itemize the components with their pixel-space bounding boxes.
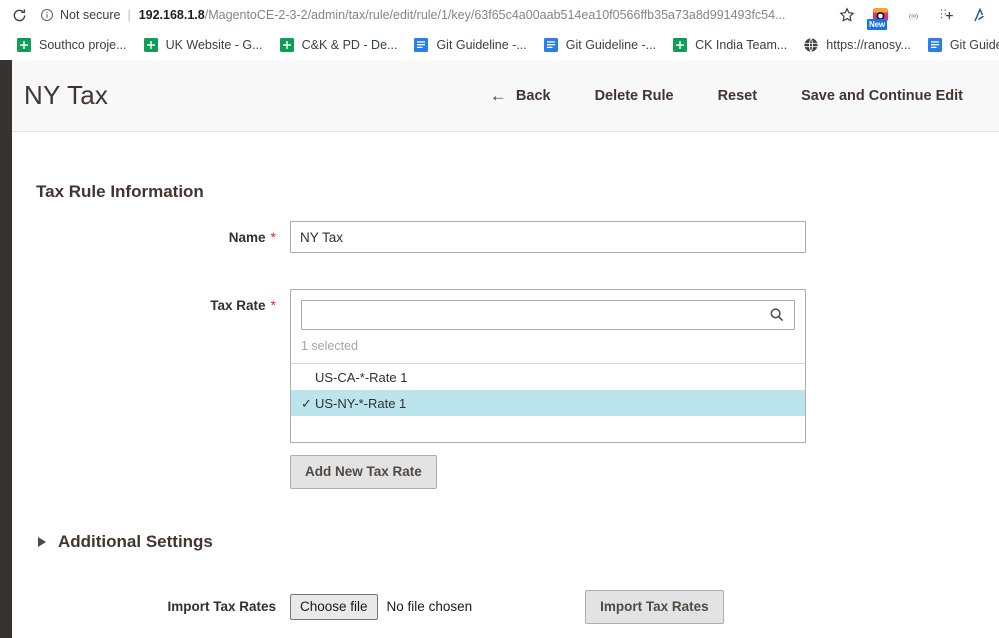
additional-settings-toggle[interactable]: Additional Settings	[38, 532, 213, 552]
import-tax-rates-label: Import Tax Rates	[167, 598, 276, 614]
name-input[interactable]	[290, 221, 806, 253]
browser-toolbar-icons: New (∞)	[837, 5, 991, 30]
section-heading: Tax Rule Information	[36, 182, 204, 201]
globe-icon	[804, 38, 818, 52]
google-sheets-icon	[673, 38, 688, 52]
check-icon: ✓	[301, 395, 312, 411]
bookmark-label: Git Guideline -...	[436, 38, 527, 52]
bookmark-item[interactable]: CK India Team...	[664, 33, 795, 57]
import-tax-rates-row: Import Tax Rates Choose file No file cho…	[12, 590, 724, 624]
instagram-extension-icon[interactable]: New	[867, 5, 890, 30]
admin-page-body: Tax Rule Information NY Tax ← Back Delet…	[12, 60, 999, 638]
no-file-chosen-label: No file chosen	[386, 599, 473, 615]
url-host: 192.168.1.8	[138, 8, 205, 22]
file-input-group[interactable]: Choose file No file chosen	[290, 591, 472, 623]
import-tax-rates-button[interactable]: Import Tax Rates	[585, 590, 724, 624]
page-viewport: Tax Rule Information NY Tax ← Back Delet…	[0, 60, 999, 638]
reload-icon[interactable]	[8, 4, 30, 26]
profile-icon[interactable]	[969, 5, 989, 25]
tax-rate-option[interactable]: ✓ US-NY-*-Rate 1	[291, 390, 805, 416]
tax-rate-option-label: US-NY-*-Rate 1	[315, 395, 407, 411]
google-docs-icon	[543, 38, 558, 52]
back-button-label: Back	[515, 87, 551, 104]
bookmark-item[interactable]: Git Guideline -...	[919, 33, 999, 57]
name-field-control	[290, 221, 806, 253]
bookmark-label: CK India Team...	[695, 38, 788, 52]
page-title: NY Tax	[24, 80, 109, 110]
google-sheets-icon	[143, 38, 158, 52]
tax-rate-multiselect: 1 selected US-CA-*-Rate 1 ✓ US-NY-*-Rate…	[290, 289, 806, 443]
browser-toolbar: Not secure | 192.168.1.8/MagentoCE-2-3-2…	[0, 0, 999, 30]
save-and-continue-edit-button[interactable]: Save and Continue Edit	[779, 82, 985, 110]
tax-rate-search-wrap	[291, 290, 805, 330]
name-field-label: Name *	[228, 229, 276, 245]
bookmark-item[interactable]: UK Website - G...	[135, 33, 271, 57]
selected-count-label: 1 selected	[291, 330, 805, 364]
google-docs-icon	[414, 38, 429, 52]
required-marker: *	[270, 297, 276, 313]
bookmark-item[interactable]: Git Guideline -...	[535, 33, 664, 57]
bookmark-item[interactable]: C&K & PD - De...	[271, 33, 406, 57]
bookmark-label: Git Guideline -...	[949, 38, 999, 52]
bookmark-label: C&K & PD - De...	[301, 38, 398, 52]
puzzle-extensions-icon[interactable]	[936, 5, 956, 25]
chevron-right-icon	[38, 537, 46, 547]
additional-settings-label: Additional Settings	[58, 532, 213, 551]
bookmark-label: Southco proje...	[39, 38, 127, 52]
bookmarks-bar: Southco proje... UK Website - G... C&K &…	[0, 30, 999, 60]
delete-rule-button[interactable]: Delete Rule	[573, 82, 696, 110]
security-status-label: Not secure	[60, 8, 121, 22]
back-button[interactable]: ← Back	[468, 81, 573, 110]
svg-text:(∞): (∞)	[908, 13, 917, 20]
address-bar[interactable]: Not secure | 192.168.1.8/MagentoCE-2-3-2…	[40, 3, 827, 27]
tax-rate-field-label: Tax Rate *	[210, 297, 276, 313]
tax-rate-option-list[interactable]: US-CA-*-Rate 1 ✓ US-NY-*-Rate 1	[291, 364, 805, 442]
google-docs-icon	[927, 38, 942, 52]
bookmark-item[interactable]: Southco proje...	[8, 33, 135, 57]
bookmark-star-icon[interactable]	[837, 5, 857, 25]
browser-chrome: Not secure | 192.168.1.8/MagentoCE-2-3-2…	[0, 0, 999, 60]
choose-file-button[interactable]: Choose file	[290, 593, 378, 620]
extension-icon[interactable]: (∞)	[903, 5, 923, 25]
bookmark-label: https://ranosy...	[826, 38, 911, 52]
new-badge: New	[867, 19, 887, 30]
admin-sidebar-strip	[0, 60, 12, 638]
bookmark-label: UK Website - G...	[165, 38, 263, 52]
add-new-tax-rate-button[interactable]: Add New Tax Rate	[290, 455, 437, 489]
import-tax-rates-control: Choose file No file chosen Import Tax Ra…	[290, 590, 724, 624]
url-divider: |	[127, 8, 131, 22]
page-actions: ← Back Delete Rule Reset Save and Contin…	[468, 81, 985, 110]
page-header: NY Tax ← Back Delete Rule Reset Save and…	[12, 60, 999, 132]
bookmark-item[interactable]: https://ranosy...	[795, 33, 919, 57]
tax-rate-option[interactable]: US-CA-*-Rate 1	[291, 364, 805, 390]
tax-rate-field-control: 1 selected US-CA-*-Rate 1 ✓ US-NY-*-Rate…	[290, 289, 806, 489]
name-field-row: Name *	[12, 221, 806, 254]
site-info-icon[interactable]	[40, 8, 54, 22]
bookmark-label: Git Guideline -...	[565, 38, 657, 52]
tax-rate-field-row: Tax Rate * 1 selected US-CA-*-Rate 1 ✓ U…	[12, 289, 806, 489]
tax-rate-search-input[interactable]	[301, 300, 795, 330]
google-sheets-icon	[279, 38, 294, 52]
tax-rate-list-filler	[291, 416, 805, 442]
url-path: /MagentoCE-2-3-2/admin/tax/rule/edit/rul…	[204, 8, 786, 22]
required-marker: *	[270, 229, 276, 245]
google-sheets-icon	[17, 38, 31, 52]
reset-button[interactable]: Reset	[696, 82, 780, 110]
bookmark-item[interactable]: Git Guideline -...	[405, 33, 534, 57]
arrow-left-icon: ←	[489, 86, 507, 105]
tax-rate-option-label: US-CA-*-Rate 1	[315, 369, 408, 385]
